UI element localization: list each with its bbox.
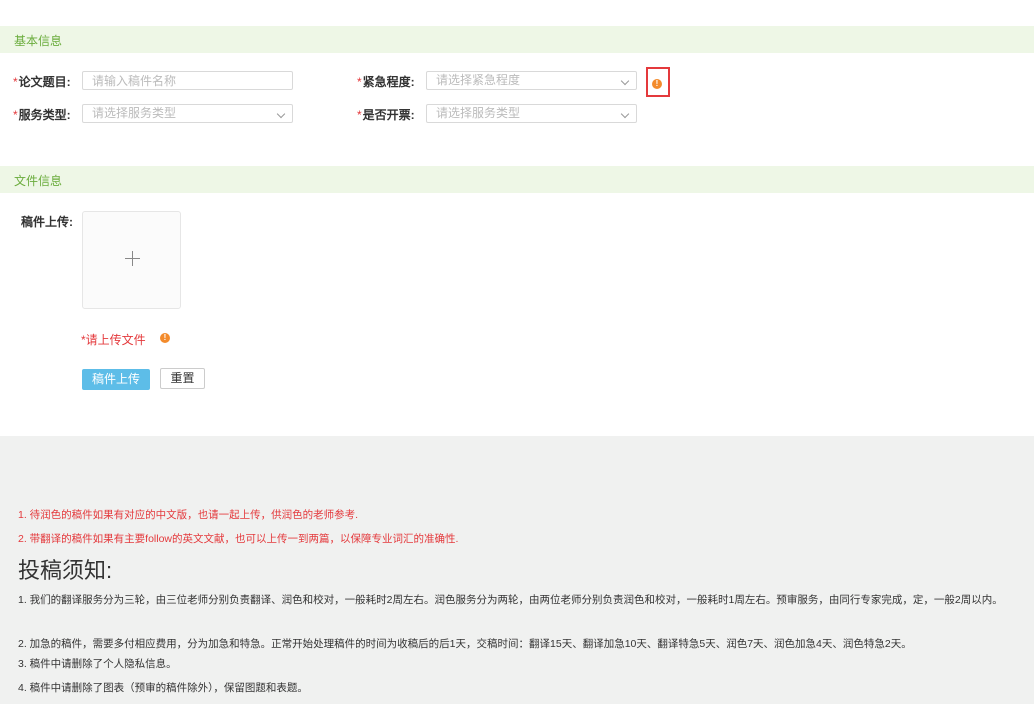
required-mark: *: [357, 75, 362, 89]
notice-item: 2. 加急的稿件，需要多付相应费用，分为加急和特急。正常开始处理稿件的时间为收稿…: [18, 638, 912, 650]
urgency-label-text: 紧急程度:: [362, 75, 415, 89]
required-mark: *: [357, 108, 362, 122]
required-mark: *: [13, 75, 18, 89]
plus-icon-vertical: [132, 251, 133, 266]
service-type-label-text: 服务类型:: [18, 108, 71, 122]
title-label-text: 论文题目:: [18, 75, 71, 89]
chevron-down-icon: [620, 76, 630, 86]
title-input-box[interactable]: [82, 71, 293, 90]
upload-label: 稿件上传:: [21, 215, 73, 229]
reset-button[interactable]: 重置: [160, 368, 205, 389]
section-title-file-info: 文件信息: [14, 174, 63, 188]
chevron-down-icon: [276, 109, 286, 119]
invoice-select[interactable]: 请选择服务类型: [426, 104, 637, 123]
notice-red-line: 2. 带翻译的稿件如果有主要follow的英文文献，也可以上传一到两篇，以保障专…: [18, 533, 459, 545]
notice-item: 4. 稿件中请删除了图表（预审的稿件除外），保留图题和表题。: [18, 682, 308, 694]
notice-heading: 投稿须知:: [18, 558, 113, 583]
service-type-select[interactable]: 请选择服务类型: [82, 104, 293, 123]
title-input[interactable]: [92, 74, 283, 88]
title-label: *论文题目:: [13, 73, 71, 90]
urgency-label: *紧急程度:: [357, 73, 415, 90]
warning-icon: !: [652, 79, 662, 89]
upload-error-text: *请上传文件: [81, 333, 146, 347]
notice-item: 3. 稿件中请删除了个人隐私信息。: [18, 658, 177, 670]
service-type-select-placeholder: 请选择服务类型: [92, 106, 177, 120]
upload-button[interactable]: 稿件上传: [82, 369, 150, 390]
section-header-file-info: 文件信息: [0, 166, 1034, 193]
chevron-down-icon: [620, 109, 630, 119]
invoice-label-text: 是否开票:: [362, 108, 415, 122]
section-header-basic-info: 基本信息: [0, 26, 1034, 53]
notice-item: 1. 我们的翻译服务分为三轮，由三位老师分别负责翻译、润色和校对，一般耗时2周左…: [18, 594, 1003, 606]
upload-dropzone[interactable]: [82, 211, 181, 309]
section-title-basic-info: 基本信息: [14, 34, 63, 48]
warning-icon: !: [160, 333, 170, 343]
notice-panel: 1. 待润色的稿件如果有对应的中文版，也请一起上传，供润色的老师参考. 2. 带…: [0, 436, 1034, 704]
service-type-label: *服务类型:: [13, 106, 71, 123]
required-mark: *: [13, 108, 18, 122]
invoice-select-placeholder: 请选择服务类型: [436, 106, 521, 120]
urgency-select[interactable]: 请选择紧急程度: [426, 71, 637, 90]
urgency-select-placeholder: 请选择紧急程度: [436, 73, 521, 87]
notice-red-line: 1. 待润色的稿件如果有对应的中文版，也请一起上传，供润色的老师参考.: [18, 509, 359, 521]
invoice-label: *是否开票:: [357, 106, 415, 123]
